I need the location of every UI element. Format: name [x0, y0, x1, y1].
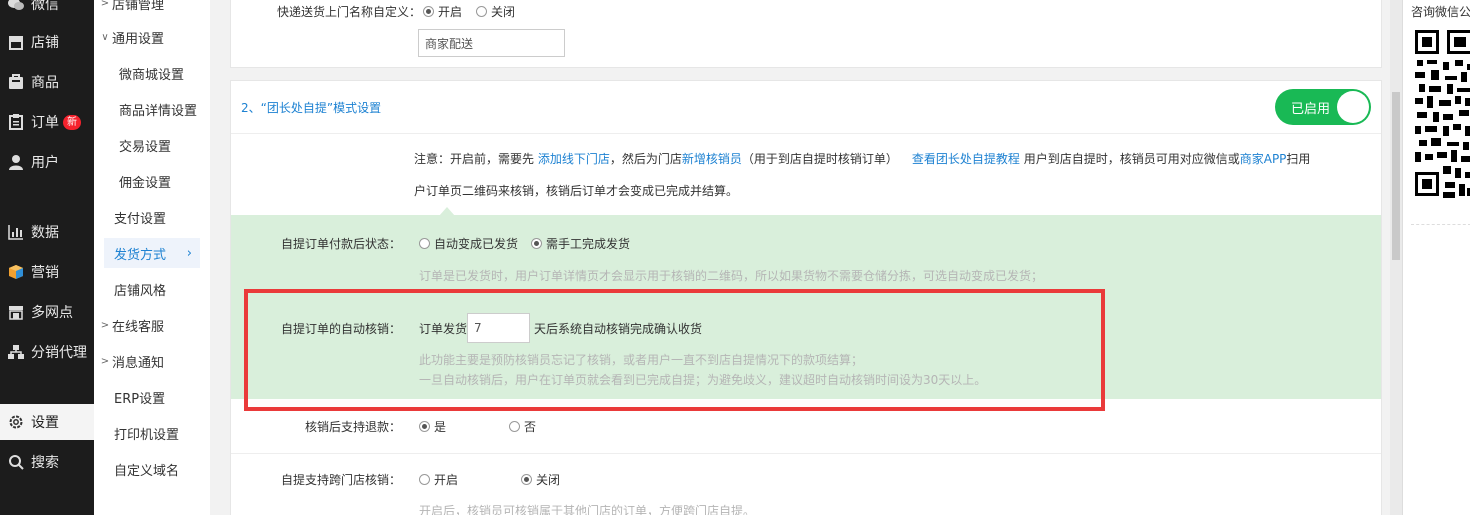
- notice-line-2: 户订单页二维码来核销，核销后订单才会变成已完成并结算。: [414, 184, 739, 198]
- panel-pointer: [439, 207, 455, 216]
- merchant-app-link[interactable]: 商家APP: [1240, 152, 1287, 166]
- nav-item-settings[interactable]: 设置: [0, 404, 94, 440]
- nav-item-label: 店铺: [31, 35, 59, 51]
- radio-checked-icon: [423, 6, 434, 17]
- radio-auto-shipped[interactable]: 自动变成已发货: [419, 235, 518, 252]
- nav-item-order[interactable]: 订单 新: [0, 104, 94, 140]
- multi-store-icon: [7, 303, 25, 321]
- divider: [1411, 224, 1470, 225]
- radio-express-off[interactable]: 关闭: [476, 3, 515, 20]
- radio-refund-no[interactable]: 否: [509, 418, 536, 435]
- page-scrollbar[interactable]: [1390, 0, 1402, 515]
- nav-item-label: 商品: [31, 75, 59, 91]
- express-name-input[interactable]: 商家配送: [418, 29, 565, 57]
- order-icon: [7, 113, 25, 131]
- submenu-item-delivery[interactable]: 发货方式 ›: [104, 238, 200, 268]
- nav-item-multi-store[interactable]: 多网点: [0, 294, 94, 330]
- radio-checked-icon: [521, 474, 532, 485]
- nav-item-product[interactable]: 商品: [0, 64, 94, 100]
- nav-item-user[interactable]: 用户: [0, 144, 94, 180]
- search-icon: [7, 453, 25, 471]
- chart-icon: [7, 223, 25, 241]
- marketing-icon: [7, 263, 25, 281]
- pay-status-label: 自提订单付款后状态：: [280, 237, 401, 251]
- radio-unchecked-icon: [476, 6, 487, 17]
- chevron-right-icon: >: [100, 355, 110, 367]
- nav-item-label: 微信: [31, 0, 59, 13]
- submenu-item-commission[interactable]: 佣金设置: [94, 166, 210, 196]
- submenu-item-product-detail[interactable]: 商品详情设置: [94, 94, 210, 124]
- nav-item-distribution[interactable]: 分销代理: [0, 334, 94, 370]
- cross-store-label: 自提支持跨门店核销：: [280, 473, 401, 487]
- nav-item-data[interactable]: 数据: [0, 214, 94, 250]
- chevron-right-icon: ›: [186, 245, 192, 261]
- nav-item-wechat[interactable]: 微信: [0, 0, 94, 22]
- radio-checked-icon: [531, 238, 542, 249]
- settings-submenu: > 店铺管理 ∨ 通用设置 微商城设置 商品详情设置 交易设置 佣金设置 支付设置 …: [94, 0, 210, 515]
- nav-item-label: 设置: [31, 415, 59, 431]
- express-name-card: 快递送货上门名称自定义： 开启 关闭 商家配送: [230, 0, 1382, 68]
- qr-title: 咨询微信公: [1411, 5, 1470, 19]
- radio-cross-store-off[interactable]: 关闭: [521, 471, 560, 488]
- chevron-right-icon: >: [100, 0, 110, 9]
- chevron-down-icon: ∨: [101, 31, 109, 43]
- user-icon: [7, 153, 25, 171]
- submenu-item-erp[interactable]: ERP设置: [94, 382, 210, 412]
- radio-unchecked-icon: [509, 421, 520, 432]
- submenu-item-custom-domain[interactable]: 自定义域名: [94, 454, 210, 484]
- submenu-item-printer[interactable]: 打印机设置: [94, 418, 210, 448]
- notice-line-1: 注意：开启前，需要先 添加线下门店，然后为门店新增核销员（用于到店自提时核销订单…: [414, 152, 1311, 166]
- nav-item-label: 营销: [31, 265, 59, 281]
- nav-item-search[interactable]: 搜索: [0, 444, 94, 480]
- submenu-item-store-style[interactable]: 店铺风格: [94, 274, 210, 304]
- submenu-item-trade[interactable]: 交易设置: [94, 130, 210, 160]
- nav-item-label: 用户: [31, 155, 59, 171]
- wechat-icon: [7, 0, 25, 13]
- qr-panel: 咨询微信公: [1402, 0, 1470, 515]
- submenu-item-online-service[interactable]: > 在线客服: [94, 310, 210, 340]
- divider: [231, 133, 1381, 134]
- add-store-link[interactable]: 添加线下门店: [538, 152, 610, 166]
- radio-refund-yes[interactable]: 是: [419, 418, 446, 435]
- radio-cross-store-on[interactable]: 开启: [419, 471, 458, 488]
- pickup-tutorial-link[interactable]: 查看团长处自提教程: [912, 152, 1020, 166]
- divider: [231, 453, 1381, 454]
- main-content: 快递送货上门名称自定义： 开启 关闭 商家配送 2、“团长处自提”模式设置 已启…: [210, 0, 1390, 515]
- toggle-knob: [1337, 91, 1369, 123]
- qr-code-icon: [1415, 30, 1470, 198]
- pay-status-hint: 订单是已发货时，用户订单详情页才会显示用于核销的二维码，所以如果货物不需要仓储分…: [419, 269, 1044, 283]
- add-verifier-link[interactable]: 新增核销员: [682, 152, 742, 166]
- nav-item-store[interactable]: 店铺: [0, 24, 94, 60]
- product-icon: [7, 73, 25, 91]
- submenu-item-general[interactable]: ∨ 通用设置: [94, 22, 210, 52]
- radio-unchecked-icon: [419, 474, 430, 485]
- express-name-label: 快递送货上门名称自定义：: [276, 5, 421, 19]
- enable-toggle[interactable]: 已启用: [1275, 89, 1371, 125]
- scrollbar-thumb[interactable]: [1392, 92, 1400, 260]
- submenu-item-mall-settings[interactable]: 微商城设置: [94, 58, 210, 88]
- refund-label: 核销后支持退款：: [304, 420, 401, 434]
- nav-item-label: 订单: [31, 115, 59, 131]
- highlight-box: [244, 289, 1105, 411]
- radio-manual-shipped[interactable]: 需手工完成发货: [531, 235, 630, 252]
- chevron-right-icon: >: [100, 319, 110, 331]
- distribution-icon: [7, 343, 25, 361]
- nav-item-label: 分销代理: [31, 345, 87, 361]
- nav-item-marketing[interactable]: 营销: [0, 254, 94, 290]
- submenu-item-payment[interactable]: 支付设置: [94, 202, 210, 232]
- radio-unchecked-icon: [419, 238, 430, 249]
- nav-item-label: 数据: [31, 225, 59, 241]
- new-badge: 新: [63, 114, 81, 130]
- radio-checked-icon: [419, 421, 430, 432]
- gear-icon: [7, 413, 25, 431]
- cross-store-hint: 开启后，核销员可核销属于其他门店的订单，方便跨门店自提。: [419, 504, 756, 515]
- submenu-item-store-management[interactable]: > 店铺管理: [94, 0, 210, 18]
- nav-item-label: 搜索: [31, 455, 59, 471]
- radio-express-on[interactable]: 开启: [423, 3, 462, 20]
- section-title: 2、“团长处自提”模式设置: [241, 101, 382, 115]
- main-nav: 微信 店铺 商品 订单 新 用户 数据 营销 多网点 分销代理 设置 搜索: [0, 0, 94, 515]
- submenu-item-notifications[interactable]: > 消息通知: [94, 346, 210, 376]
- nav-item-label: 多网点: [31, 305, 73, 321]
- store-icon: [7, 33, 25, 51]
